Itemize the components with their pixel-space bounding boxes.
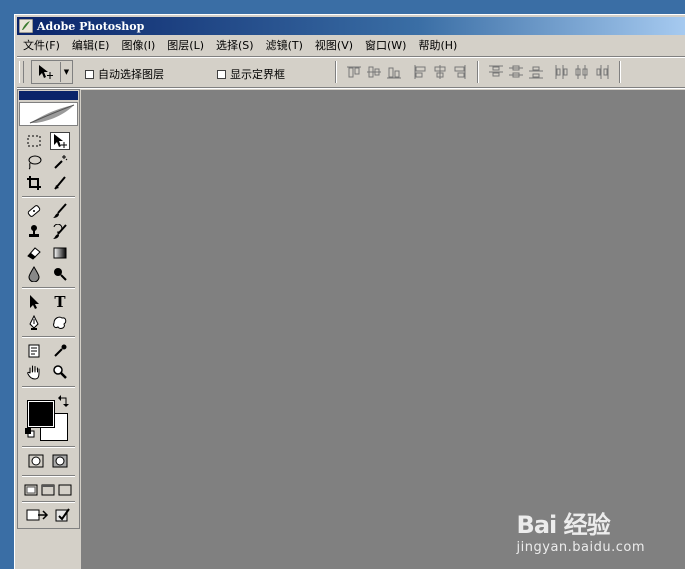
auto-select-layer-checkbox[interactable]: 自动选择图层 bbox=[85, 66, 164, 82]
align-top-edges-icon[interactable] bbox=[345, 63, 363, 81]
chevron-down-icon: ▼ bbox=[63, 68, 70, 76]
align-left-edges-icon[interactable] bbox=[411, 63, 429, 81]
distribute-bottom-edges-icon[interactable] bbox=[527, 63, 545, 81]
crop-tool-icon[interactable] bbox=[24, 174, 44, 192]
toolbox-separator bbox=[22, 446, 75, 448]
history-brush-tool-icon[interactable] bbox=[50, 223, 70, 241]
toolbox-separator bbox=[22, 196, 75, 198]
distribute-top-edges-icon[interactable] bbox=[487, 63, 505, 81]
quick-mask-mode-icon[interactable] bbox=[50, 452, 70, 470]
standard-screen-mode-icon[interactable] bbox=[23, 481, 39, 499]
menu-bar: 文件(F) 编辑(E) 图像(I) 图层(L) 选择(S) 滤镜(T) 视图(V… bbox=[17, 37, 685, 55]
options-grip[interactable] bbox=[19, 61, 24, 83]
distribute-vertical-centers-icon[interactable] bbox=[507, 63, 525, 81]
slice-tool-icon[interactable] bbox=[50, 174, 70, 192]
menu-file[interactable]: 文件(F) bbox=[17, 37, 66, 55]
jump-to-imageready-icon[interactable] bbox=[26, 506, 50, 524]
standard-mode-icon[interactable] bbox=[26, 452, 46, 470]
menu-window[interactable]: 窗口(W) bbox=[359, 37, 412, 55]
zoom-tool-icon[interactable] bbox=[50, 363, 70, 381]
watermark-url: jingyan.baidu.com bbox=[516, 540, 645, 555]
title-bar[interactable]: Adobe Photoshop bbox=[17, 17, 685, 35]
lasso-tool-icon[interactable] bbox=[24, 153, 44, 171]
feather-logo-icon[interactable] bbox=[19, 102, 78, 126]
distribute-left-edges-icon[interactable] bbox=[553, 63, 571, 81]
imageready-icon[interactable] bbox=[52, 506, 72, 524]
full-screen-menubar-mode-icon[interactable] bbox=[40, 481, 56, 499]
watermark: Bai 经验 jingyan.baidu.com bbox=[517, 505, 645, 555]
align-bottom-edges-icon[interactable] bbox=[385, 63, 403, 81]
menu-select[interactable]: 选择(S) bbox=[210, 37, 260, 55]
toolbox: T bbox=[17, 89, 80, 529]
show-bounds-label: 显示定界框 bbox=[230, 68, 285, 81]
blur-tool-icon[interactable] bbox=[24, 265, 44, 283]
eraser-tool-icon[interactable] bbox=[24, 244, 44, 262]
options-separator bbox=[335, 61, 337, 83]
eyedropper-tool-icon[interactable] bbox=[50, 342, 70, 360]
menu-view[interactable]: 视图(V) bbox=[309, 37, 359, 55]
workspace-canvas-area[interactable] bbox=[81, 90, 685, 569]
distribute-horizontal-centers-icon[interactable] bbox=[573, 63, 591, 81]
show-bounding-box-checkbox[interactable]: 显示定界框 bbox=[217, 66, 285, 82]
toolbox-separator bbox=[22, 475, 75, 477]
pen-tool-icon[interactable] bbox=[24, 314, 44, 332]
gradient-tool-icon[interactable] bbox=[50, 244, 70, 262]
window-title: Adobe Photoshop bbox=[37, 19, 145, 33]
distribute-right-edges-icon[interactable] bbox=[593, 63, 611, 81]
type-tool-glyph: T bbox=[54, 293, 66, 311]
align-horizontal-centers-icon[interactable] bbox=[431, 63, 449, 81]
align-right-edges-icon[interactable] bbox=[451, 63, 469, 81]
healing-brush-tool-icon[interactable] bbox=[24, 202, 44, 220]
type-tool-icon[interactable]: T bbox=[50, 293, 70, 311]
clone-stamp-tool-icon[interactable] bbox=[24, 223, 44, 241]
path-selection-tool-icon[interactable] bbox=[24, 293, 44, 311]
dodge-tool-icon[interactable] bbox=[50, 265, 70, 283]
photoshop-window: Adobe Photoshop 文件(F) 编辑(E) 图像(I) 图层(L) … bbox=[14, 14, 685, 569]
hand-tool-icon[interactable] bbox=[24, 363, 44, 381]
default-colors-icon[interactable] bbox=[25, 428, 35, 438]
checkbox-box bbox=[217, 69, 226, 79]
move-tool-icon[interactable] bbox=[50, 132, 70, 150]
notes-tool-icon[interactable] bbox=[24, 342, 44, 360]
menu-filter[interactable]: 滤镜(T) bbox=[260, 37, 309, 55]
swap-colors-icon[interactable] bbox=[58, 395, 70, 407]
tool-preset-picker[interactable]: ▼ bbox=[31, 60, 73, 84]
full-screen-mode-icon[interactable] bbox=[57, 481, 73, 499]
options-divider bbox=[17, 87, 685, 89]
toolbox-separator bbox=[22, 287, 75, 289]
foreground-color-swatch[interactable] bbox=[27, 400, 55, 428]
menu-edit[interactable]: 编辑(E) bbox=[66, 37, 116, 55]
options-separator bbox=[477, 61, 479, 83]
align-vertical-centers-icon[interactable] bbox=[365, 63, 383, 81]
rectangular-marquee-tool-icon[interactable] bbox=[24, 132, 44, 150]
options-bar: ▼ 自动选择图层 显示定界框 bbox=[17, 58, 685, 86]
toolbox-separator bbox=[22, 386, 75, 388]
photoshop-app-icon bbox=[19, 19, 33, 33]
brush-tool-icon[interactable] bbox=[50, 202, 70, 220]
menu-layer[interactable]: 图层(L) bbox=[161, 37, 210, 55]
magic-wand-tool-icon[interactable] bbox=[50, 153, 70, 171]
checkbox-box bbox=[85, 69, 94, 79]
toolbox-title-bar[interactable] bbox=[19, 91, 78, 100]
toolbox-separator bbox=[22, 501, 75, 503]
custom-shape-tool-icon[interactable] bbox=[50, 314, 70, 332]
toolbox-separator bbox=[22, 336, 75, 338]
options-separator bbox=[619, 61, 621, 83]
menu-image[interactable]: 图像(I) bbox=[115, 37, 161, 55]
menu-help[interactable]: 帮助(H) bbox=[412, 37, 463, 55]
watermark-brand: Bai 经验 bbox=[516, 511, 611, 539]
move-tool-preset-icon bbox=[32, 62, 61, 82]
auto-select-label: 自动选择图层 bbox=[98, 68, 164, 81]
